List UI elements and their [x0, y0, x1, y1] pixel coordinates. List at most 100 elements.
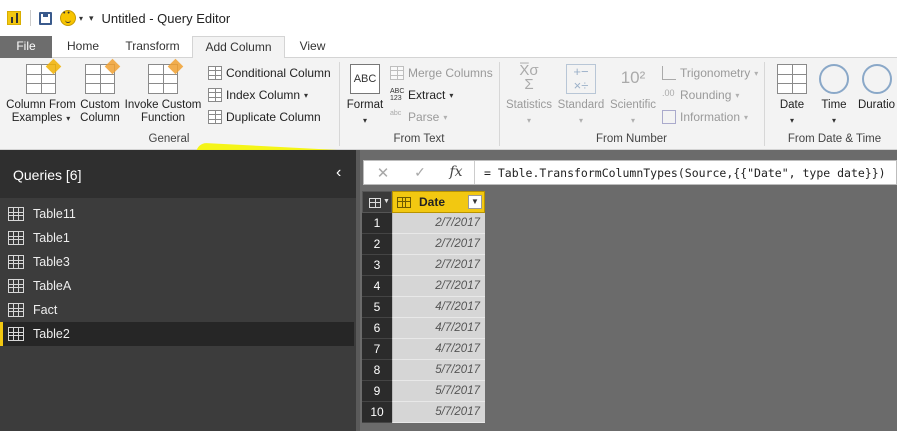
column-header-date[interactable]: Date ▼: [392, 191, 485, 213]
merge-columns-icon: [390, 66, 404, 80]
group-label-from-number: From Number: [596, 133, 667, 145]
formula-bar: ✕ ✓ fx = Table.TransformColumnTypes(Sour…: [360, 150, 897, 190]
query-item-selected[interactable]: Table2: [0, 322, 354, 346]
queries-pane: Queries [6] ‹ Table11 Table1 Table3 Tabl…: [0, 150, 356, 431]
table-cell[interactable]: 5/7/2017: [392, 360, 485, 381]
table-icon: [8, 327, 24, 341]
save-icon[interactable]: [39, 11, 52, 25]
index-column-button[interactable]: Index Column ▾: [208, 85, 308, 105]
conditional-column-button[interactable]: Conditional Column: [208, 63, 331, 83]
column-from-examples-icon: [26, 58, 62, 94]
merge-columns-button[interactable]: Merge Columns: [390, 63, 493, 83]
invoke-custom-function-button[interactable]: Invoke Custom Function: [124, 58, 202, 125]
query-item[interactable]: Table1: [0, 226, 354, 250]
data-preview-pane: ✕ ✓ fx = Table.TransformColumnTypes(Sour…: [360, 150, 897, 431]
formula-separator: [474, 161, 475, 184]
table-menu-button[interactable]: ▼: [362, 191, 392, 213]
query-item[interactable]: Table11: [0, 202, 354, 226]
table-icon: [8, 303, 24, 317]
row-number[interactable]: 7: [362, 339, 392, 360]
table-cell[interactable]: 4/7/2017: [392, 318, 485, 339]
table-cell[interactable]: 2/7/2017: [392, 255, 485, 276]
statistics-sigma-icon: X̅σ Σ: [519, 62, 539, 93]
standard-operators-icon: +− ×÷: [566, 64, 596, 94]
tab-add-column[interactable]: Add Column: [192, 36, 285, 59]
row-number[interactable]: 3: [362, 255, 392, 276]
invoke-function-fx-icon: [148, 58, 184, 94]
custom-column-button[interactable]: Custom Column: [78, 58, 122, 125]
table-icon: [8, 231, 24, 245]
query-item[interactable]: Table3: [0, 250, 354, 274]
column-from-examples-button[interactable]: Column From Examples ▾: [4, 58, 78, 125]
column-filter-dropdown-icon[interactable]: ▼: [468, 195, 482, 209]
trigonometry-button[interactable]: Trigonometry ▾: [662, 63, 758, 83]
cancel-icon[interactable]: ✕: [374, 164, 392, 182]
standard-button[interactable]: +− ×÷ Standard ▾: [556, 64, 606, 127]
index-column-dropdown-icon[interactable]: ▾: [304, 91, 308, 100]
table-icon: [8, 207, 24, 221]
row-number[interactable]: 2: [362, 234, 392, 255]
table-cell[interactable]: 2/7/2017: [392, 234, 485, 255]
quick-access-dropdown-icon[interactable]: ▾: [89, 13, 94, 24]
duration-button[interactable]: Duratio: [856, 64, 897, 112]
rounding-button[interactable]: .00 Rounding ▾: [662, 85, 739, 105]
table-icon: [369, 198, 381, 208]
feedback-dropdown-icon[interactable]: ▾: [79, 14, 83, 23]
information-icon: [662, 110, 676, 124]
duplicate-column-button[interactable]: Duplicate Column: [208, 107, 321, 127]
table-icon: [8, 279, 24, 293]
collapse-pane-icon[interactable]: ‹: [336, 165, 348, 181]
fx-icon[interactable]: fx: [445, 164, 467, 182]
duration-stopwatch-icon: [861, 64, 892, 94]
table-cell[interactable]: 5/7/2017: [392, 381, 485, 402]
commit-check-icon[interactable]: ✓: [411, 164, 429, 182]
extract-abc123-icon: ABC 123: [390, 88, 405, 102]
custom-column-icon: [85, 58, 121, 94]
row-number[interactable]: 8: [362, 360, 392, 381]
format-button[interactable]: ABC Format ▾: [344, 64, 386, 127]
tab-transform[interactable]: Transform: [114, 36, 191, 58]
information-button[interactable]: Information ▾: [662, 107, 748, 127]
smiley-feedback-icon[interactable]: [60, 10, 76, 26]
parse-button[interactable]: abc Parse ▾: [390, 107, 447, 127]
group-label-from-date-time: From Date & Time: [787, 133, 882, 145]
duplicate-column-icon: [208, 110, 222, 124]
extract-button[interactable]: ABC 123 Extract ▾: [390, 85, 453, 105]
statistics-button[interactable]: X̅σ Σ Statistics ▾: [505, 62, 553, 127]
date-type-icon[interactable]: [397, 196, 411, 208]
scientific-power-icon: 10²: [620, 68, 646, 87]
table-cell[interactable]: 2/7/2017: [392, 276, 485, 297]
tab-home[interactable]: Home: [52, 36, 114, 58]
row-number[interactable]: 6: [362, 318, 392, 339]
tab-view[interactable]: View: [285, 36, 340, 58]
row-number[interactable]: 1: [362, 213, 392, 234]
row-number[interactable]: 4: [362, 276, 392, 297]
ribbon-add-column: Column From Examples ▾ Custom Column Invo…: [0, 58, 897, 174]
row-number[interactable]: 9: [362, 381, 392, 402]
index-column-icon: [208, 88, 222, 102]
queries-header: Queries [6] ‹: [0, 150, 356, 198]
power-bi-logo-icon[interactable]: [7, 11, 21, 25]
query-item[interactable]: Fact: [0, 298, 354, 322]
table-icon: [8, 255, 24, 269]
row-number[interactable]: 5: [362, 297, 392, 318]
group-label-general: General: [148, 133, 190, 145]
chevron-down-icon: ▼: [383, 198, 390, 205]
table-cell[interactable]: 5/7/2017: [392, 402, 485, 423]
date-button[interactable]: Date ▾: [772, 64, 812, 127]
title-separator: [30, 10, 31, 26]
row-number[interactable]: 10: [362, 402, 392, 423]
table-cell[interactable]: 4/7/2017: [392, 339, 485, 360]
group-label-from-text: From Text: [393, 133, 445, 145]
query-item[interactable]: TableA: [0, 274, 354, 298]
format-abc-icon: ABC: [350, 64, 380, 94]
scientific-button[interactable]: 10² Scientific ▾: [608, 64, 658, 127]
trigonometry-icon: [662, 66, 676, 80]
tab-file[interactable]: File: [0, 36, 52, 58]
time-button[interactable]: Time ▾: [814, 64, 854, 127]
formula-input[interactable]: = Table.TransformColumnTypes(Source,{{"D…: [484, 166, 886, 180]
time-clock-icon: [819, 64, 849, 94]
parse-icon: abc: [390, 110, 402, 117]
table-cell[interactable]: 4/7/2017: [392, 297, 485, 318]
table-cell[interactable]: 2/7/2017: [392, 213, 485, 234]
